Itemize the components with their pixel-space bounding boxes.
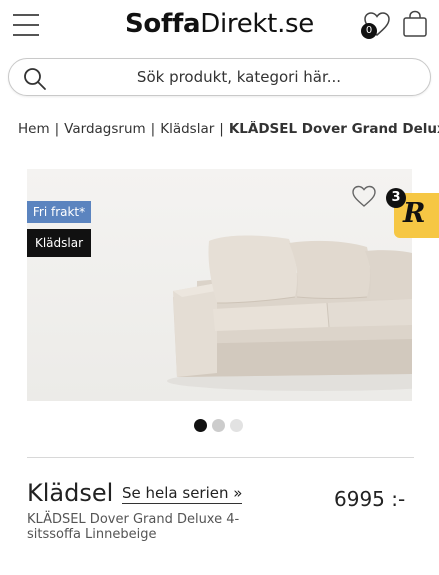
- free-shipping-tag: Fri frakt*: [27, 201, 91, 223]
- carousel-dot-3[interactable]: [230, 419, 243, 432]
- site-header: SoffaDirekt.se 0: [0, 0, 439, 50]
- divider: [27, 457, 414, 458]
- breadcrumb-separator: |: [54, 121, 60, 137]
- reviews-logo: R: [403, 198, 426, 229]
- carousel-dot-1[interactable]: [194, 419, 207, 432]
- product-name: KLÄDSEL Dover Grand Deluxe 4-sitssoffa L…: [27, 512, 240, 542]
- breadcrumb-current: KLÄDSEL Dover Grand Deluxe: [228, 121, 439, 137]
- search-icon[interactable]: [23, 67, 47, 91]
- heart-icon[interactable]: [351, 184, 377, 208]
- shopping-bag-icon: [403, 10, 427, 37]
- image-carousel-dots: [194, 419, 248, 433]
- search-input[interactable]: [59, 59, 419, 95]
- category-tag: Klädslar: [27, 229, 91, 257]
- favorites-count-badge: 0: [361, 23, 377, 39]
- product-brand: Klädsel: [27, 479, 114, 507]
- breadcrumb-kladslar[interactable]: Klädslar: [160, 121, 214, 137]
- breadcrumb-separator: |: [150, 121, 156, 137]
- favorites-button[interactable]: 0: [361, 11, 393, 39]
- breadcrumb-home[interactable]: Hem: [18, 121, 50, 137]
- carousel-dot-2[interactable]: [212, 419, 225, 432]
- see-series-link[interactable]: Se hela serien »: [122, 484, 243, 504]
- breadcrumb-separator: |: [219, 121, 224, 137]
- reviews-count-badge: 3: [386, 188, 406, 208]
- breadcrumb-vardagsrum[interactable]: Vardagsrum: [64, 121, 145, 137]
- breadcrumb: Hem | Vardagsrum | Klädslar | KLÄDSEL Dover Gr…: [18, 121, 439, 137]
- search-bar: [8, 58, 431, 96]
- cart-button[interactable]: [402, 10, 428, 42]
- product-price: 6995 :-: [334, 487, 406, 511]
